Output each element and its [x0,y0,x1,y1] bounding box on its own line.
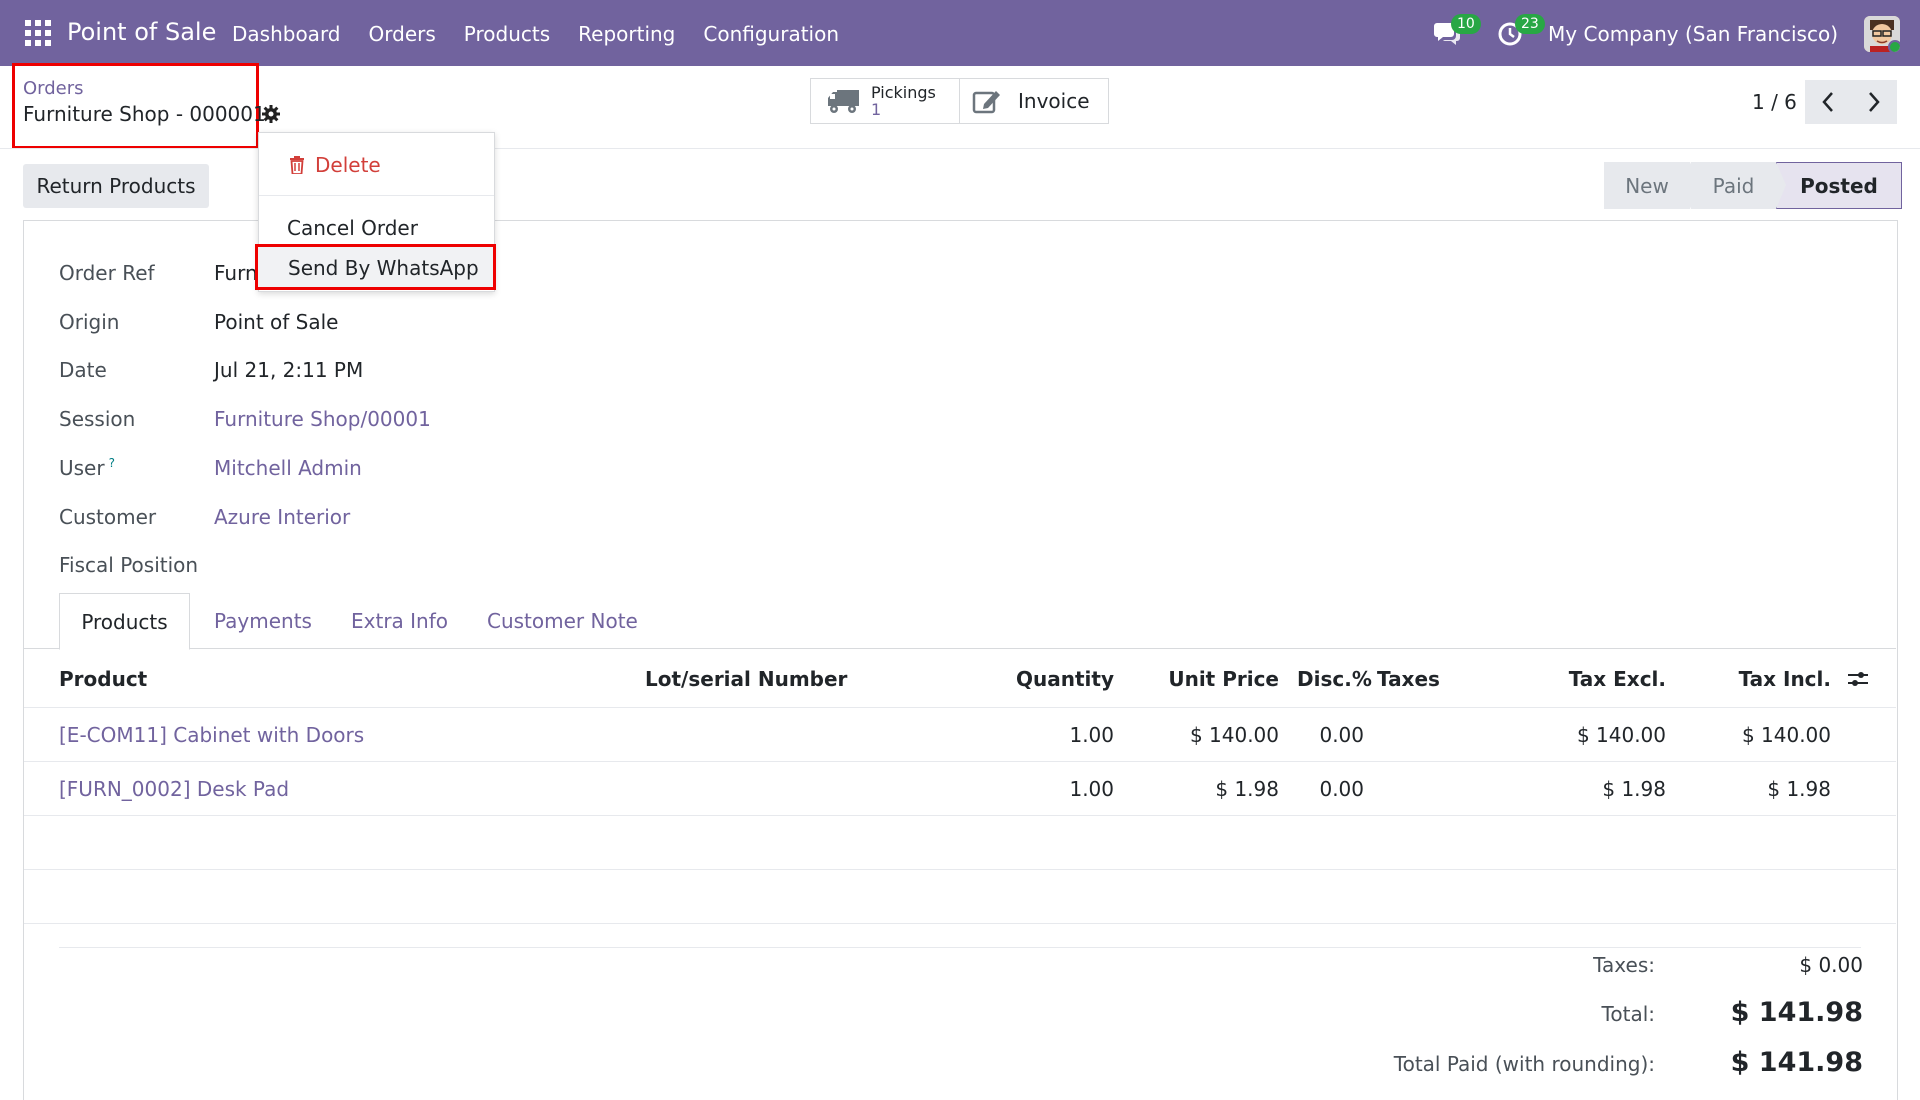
table-row-quantity: 1.00 [1069,777,1114,801]
order-ref-value: Furn [214,261,258,285]
online-status-icon [1888,40,1900,52]
tab-extra-info[interactable]: Extra Info [351,609,448,633]
column-discount[interactable]: Disc.% [1297,667,1372,691]
table-row-discount: 0.00 [1319,777,1364,801]
messages-badge: 10 [1451,14,1481,34]
send-by-whatsapp-label: Send By WhatsApp [288,256,479,280]
menu-reporting[interactable]: Reporting [578,22,675,46]
taxes-total-label: Taxes: [1593,953,1655,977]
table-row-product[interactable]: [E-COM11] Cabinet with Doors [59,723,364,747]
app-grid-icon[interactable] [25,20,51,46]
pager-value[interactable]: 1 / 6 [1752,90,1797,114]
edit-invoice-icon [972,88,1002,114]
column-product[interactable]: Product [59,667,147,691]
chevron-left-icon [1822,92,1833,112]
menu-configuration[interactable]: Configuration [703,22,839,46]
origin-label: Origin [59,310,120,334]
taxes-total-value: $ 0.00 [1799,953,1863,977]
grand-total-label: Total: [1601,1002,1655,1026]
column-taxes[interactable]: Taxes [1377,667,1440,691]
column-tax-included[interactable]: Tax Incl. [1739,667,1831,691]
stage-paid[interactable]: Paid [1690,162,1786,209]
order-ref-label: Order Ref [59,261,155,285]
table-row-tax-excluded: $ 140.00 [1576,723,1666,747]
help-tooltip-icon[interactable]: ? [109,456,115,470]
totals-divider [59,947,1861,948]
row-divider [24,815,1896,816]
notebook-tabs: Products Payments Extra Info Customer No… [24,593,1896,650]
stage-new-label: New [1625,173,1669,198]
session-label: Session [59,407,136,431]
row-divider [24,761,1896,762]
date-value: Jul 21, 2:11 PM [214,358,364,382]
column-settings-icon[interactable] [1847,668,1869,690]
invoice-label: Invoice [1018,89,1090,113]
activities-icon[interactable]: 23 [1497,14,1545,46]
total-paid-value: $ 141.98 [1730,1047,1863,1078]
pager-next-button[interactable] [1851,80,1897,124]
company-switcher[interactable]: My Company (San Francisco) [1548,22,1838,46]
user-label: User? [59,456,115,480]
fiscal-position-label: Fiscal Position [59,553,199,577]
trash-icon [290,156,304,174]
breadcrumb-orders[interactable]: Orders [23,78,84,99]
session-link[interactable]: Furniture Shop/00001 [214,407,431,431]
table-row-unit-price: $ 140.00 [1189,723,1279,747]
total-paid-label: Total Paid (with rounding): [1393,1052,1655,1076]
record-title: Furniture Shop - 000001 [23,102,266,126]
table-row-tax-included: $ 1.98 [1767,777,1831,801]
gear-icon[interactable] [262,104,280,123]
tab-products[interactable]: Products [59,593,190,650]
stage-posted[interactable]: Posted [1776,162,1902,209]
customer-label: Customer [59,505,157,529]
table-row-discount: 0.00 [1319,723,1364,747]
user-link[interactable]: Mitchell Admin [214,456,362,480]
cancel-order-menu-item[interactable]: Cancel Order [287,216,418,240]
grand-total-value: $ 141.98 [1730,997,1863,1028]
menu-dashboard[interactable]: Dashboard [232,22,341,46]
table-row-product[interactable]: [FURN_0002] Desk Pad [59,777,289,801]
delete-label: Delete [315,153,381,177]
messages-icon[interactable]: 10 [1433,14,1481,46]
chevron-right-icon [1869,92,1880,112]
main-menu: Dashboard Orders Products Reporting Conf… [232,22,867,46]
activities-badge: 23 [1515,14,1545,34]
column-unit-price[interactable]: Unit Price [1168,667,1279,691]
user-avatar[interactable] [1864,16,1900,52]
date-label: Date [59,358,107,382]
customer-link[interactable]: Azure Interior [214,505,350,529]
column-tax-excluded[interactable]: Tax Excl. [1569,667,1666,691]
table-row-tax-included: $ 140.00 [1741,723,1831,747]
stage-new[interactable]: New [1604,162,1700,209]
pickings-count: 1 [871,100,882,119]
row-divider [24,707,1896,708]
column-quantity[interactable]: Quantity [1016,667,1114,691]
menu-orders[interactable]: Orders [369,22,436,46]
app-name[interactable]: Point of Sale [67,18,216,46]
row-divider [24,923,1896,924]
table-row-tax-excluded: $ 1.98 [1602,777,1666,801]
table-row-quantity: 1.00 [1069,723,1114,747]
pager-previous-button[interactable] [1805,80,1851,124]
dropdown-divider [259,195,494,196]
status-bar: New Paid Posted [1604,162,1902,209]
invoice-button[interactable]: Invoice [959,78,1109,124]
truck-icon [827,88,861,114]
table-row-unit-price: $ 1.98 [1215,777,1279,801]
return-products-button[interactable]: Return Products [23,164,209,208]
tab-payments[interactable]: Payments [214,609,312,633]
tab-customer-note[interactable]: Customer Note [487,609,638,633]
column-lot[interactable]: Lot/serial Number [645,667,847,691]
delete-menu-item[interactable]: Delete [289,153,381,177]
stage-posted-label: Posted [1800,173,1878,198]
pickings-button[interactable]: Pickings 1 [810,78,960,124]
send-by-whatsapp-menu-item[interactable]: Send By WhatsApp [255,244,496,290]
top-navbar: Point of Sale Dashboard Orders Products … [0,0,1920,66]
menu-products[interactable]: Products [464,22,550,46]
user-label-text: User [59,456,105,480]
row-divider [24,869,1896,870]
origin-value: Point of Sale [214,310,339,334]
stage-paid-label: Paid [1712,173,1755,198]
